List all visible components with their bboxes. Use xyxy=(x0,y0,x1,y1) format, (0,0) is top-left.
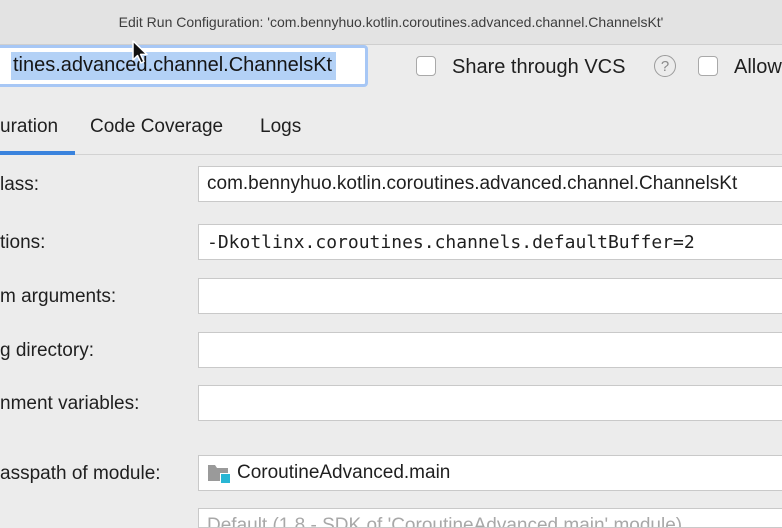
classpath-module-label: asspath of module: xyxy=(0,463,161,484)
jre-value: Default (1.8 - SDK of 'CoroutineAdvanced… xyxy=(207,515,683,528)
tab-configuration[interactable]: uration xyxy=(0,116,58,138)
classpath-module-select[interactable]: CoroutineAdvanced.main xyxy=(198,455,782,491)
working-directory-label: g directory: xyxy=(0,340,94,361)
share-through-vcs-checkbox[interactable] xyxy=(416,56,436,76)
configuration-name-input[interactable]: tines.advanced.channel.ChannelsKt xyxy=(0,45,368,87)
main-class-label: lass: xyxy=(0,174,40,195)
tab-logs[interactable]: Logs xyxy=(260,116,301,138)
active-tab-indicator xyxy=(0,151,75,155)
program-arguments-field[interactable] xyxy=(198,278,782,314)
tab-code-coverage[interactable]: Code Coverage xyxy=(90,116,223,138)
main-class-field[interactable]: com.bennyhuo.kotlin.coroutines.advanced.… xyxy=(198,166,782,202)
main-class-value: com.bennyhuo.kotlin.coroutines.advanced.… xyxy=(207,173,738,194)
window-title: Edit Run Configuration: 'com.bennyhuo.ko… xyxy=(118,14,664,30)
mouse-pointer-icon xyxy=(131,40,149,71)
vm-options-field[interactable]: -Dkotlinx.coroutines.channels.defaultBuf… xyxy=(198,224,782,260)
configuration-name-value: tines.advanced.channel.ChannelsKt xyxy=(11,52,337,80)
vm-options-label: tions: xyxy=(0,232,46,253)
tabs-divider xyxy=(0,154,782,155)
program-arguments-label: m arguments: xyxy=(0,286,117,307)
vm-options-value: -Dkotlinx.coroutines.channels.defaultBuf… xyxy=(207,231,695,253)
working-directory-field[interactable] xyxy=(198,332,782,368)
help-glyph: ? xyxy=(660,57,670,75)
share-through-vcs-label[interactable]: Share through VCS xyxy=(452,56,625,79)
environment-variables-label: nment variables: xyxy=(0,393,140,414)
classpath-module-value: CoroutineAdvanced.main xyxy=(237,462,451,483)
allow-parallel-run-checkbox[interactable] xyxy=(698,56,718,76)
module-folder-icon xyxy=(207,462,231,484)
jre-field[interactable]: Default (1.8 - SDK of 'CoroutineAdvanced… xyxy=(198,508,782,528)
environment-variables-field[interactable] xyxy=(198,385,782,421)
help-icon[interactable]: ? xyxy=(654,55,676,77)
window-titlebar: Edit Run Configuration: 'com.bennyhuo.ko… xyxy=(0,0,782,45)
allow-parallel-run-label[interactable]: Allow xyxy=(734,56,782,79)
